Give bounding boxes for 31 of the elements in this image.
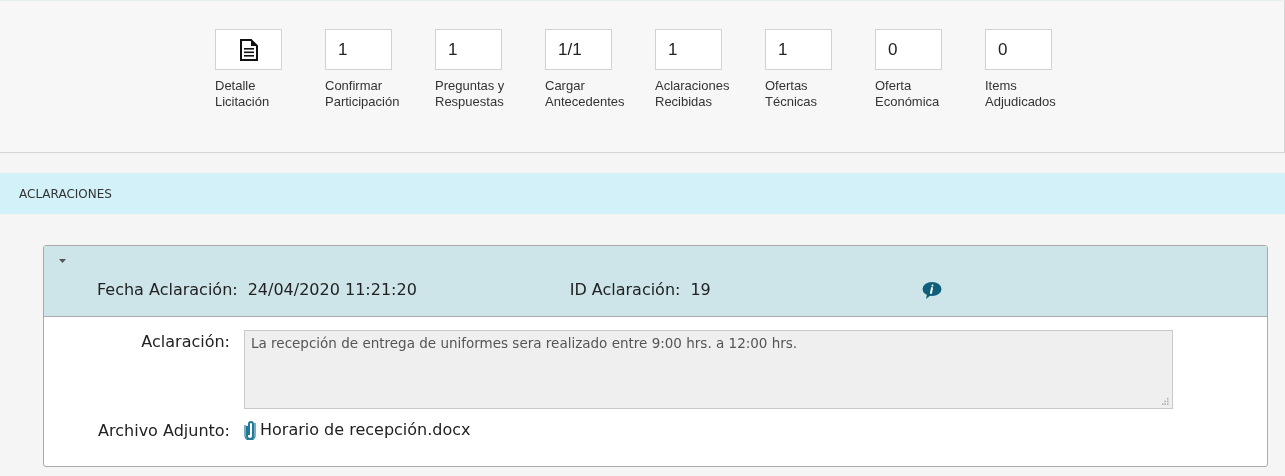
step-label: Aclaraciones Recibidas (655, 78, 730, 110)
count-tile[interactable]: 1 (765, 29, 832, 70)
count-tile[interactable]: 0 (875, 29, 942, 70)
count-tile[interactable]: 1 (325, 29, 392, 70)
count-tile[interactable]: 0 (985, 29, 1052, 70)
count-tile[interactable]: 1 (655, 29, 722, 70)
count-tile[interactable]: 1/1 (545, 29, 612, 70)
count-tile[interactable]: 1 (435, 29, 502, 70)
step-label: Detalle Licitación (215, 78, 270, 110)
clarification-text: La recepción de entrega de uniformes sera realizado entre 9:00 hrs. a 12:00 hrs. (251, 335, 798, 351)
clarification-label: Aclaración: (140, 331, 231, 351)
attachment-link[interactable]: Horario de recepción.docx (260, 420, 471, 439)
caret-icon[interactable] (59, 259, 66, 263)
step-label: Items Adjudicados (985, 78, 1056, 110)
id-label: ID Aclaración: (569, 280, 681, 299)
info-icon[interactable] (922, 280, 943, 299)
step-label: Preguntas y Respuestas (435, 78, 505, 110)
date-label: Fecha Aclaración: (97, 280, 238, 299)
step-label: Ofertas Técnicas (765, 78, 818, 110)
id-value: 19 (690, 280, 712, 299)
document-icon (239, 38, 258, 61)
resize-grip-icon[interactable] (1162, 398, 1169, 405)
paperclip-icon (244, 419, 256, 440)
date-value: 24/04/2020 11:21:20 (247, 280, 418, 299)
step-label: Confirmar Participación (325, 78, 400, 110)
clarification-textarea[interactable]: La recepción de entrega de uniformes sera realizado entre 9:00 hrs. a 12:00 hrs. (244, 330, 1173, 409)
step-label: Cargar Antecedentes (545, 78, 625, 110)
attachment-label: Archivo Adjunto: (97, 420, 231, 440)
step-label: Oferta Económica (875, 78, 940, 110)
detail-tile[interactable] (215, 29, 282, 70)
section-title: ACLARACIONES (19, 186, 112, 201)
